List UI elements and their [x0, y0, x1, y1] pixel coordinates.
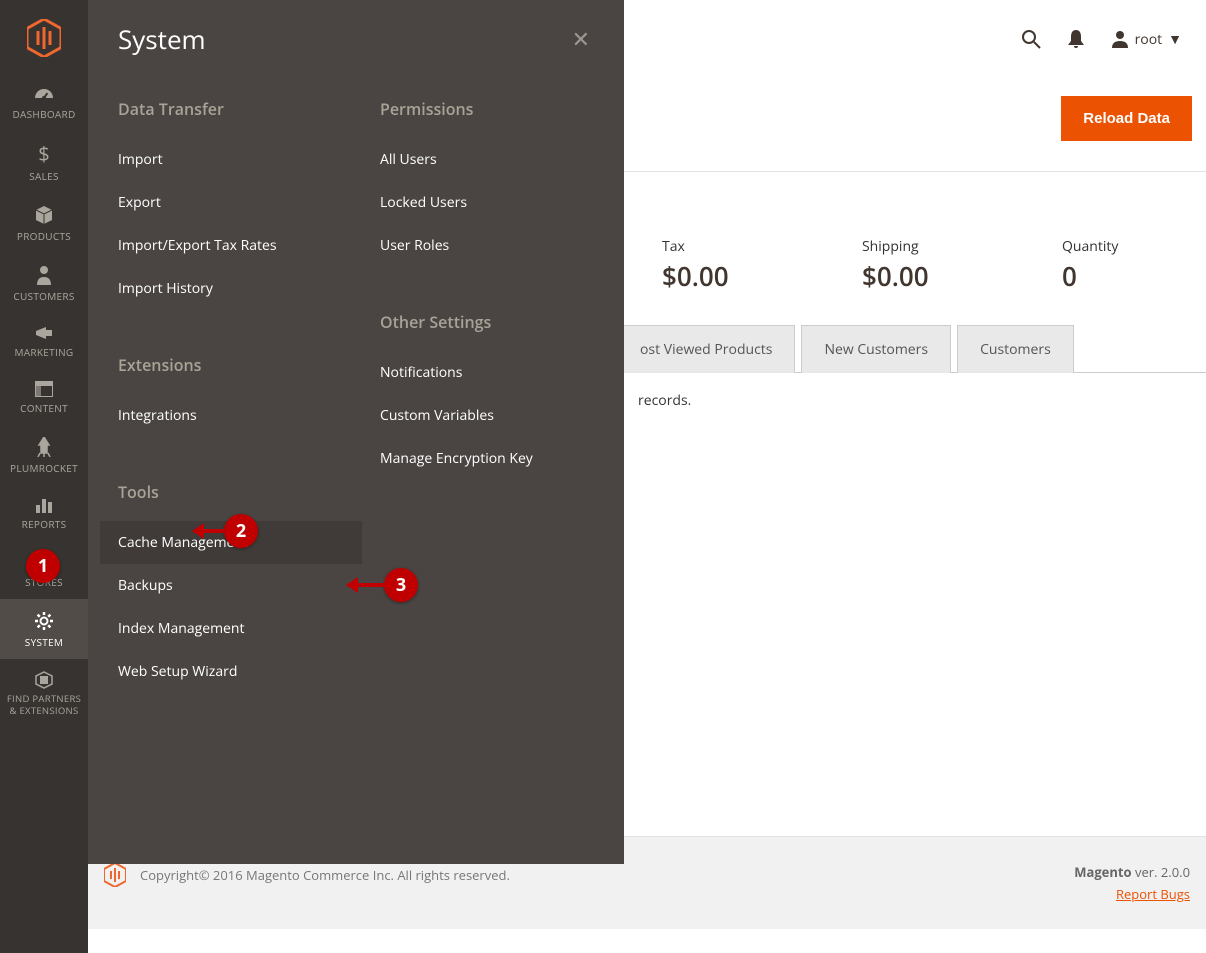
nav-system[interactable]: SYSTEM — [0, 599, 88, 659]
arrow-icon — [194, 529, 224, 533]
reload-data-button[interactable]: Reload Data — [1061, 96, 1192, 141]
nav-reports[interactable]: REPORTS — [0, 485, 88, 541]
section-data-transfer: Data Transfer — [118, 98, 344, 120]
link-backups[interactable]: Backups — [118, 564, 344, 607]
no-records-message: records. — [624, 373, 1206, 428]
bars-icon — [35, 497, 53, 513]
nav-label: PLUMROCKET — [10, 461, 78, 475]
plumrocket-icon — [35, 437, 53, 457]
magento-logo[interactable] — [0, 0, 88, 75]
metric-value: 0 — [1062, 258, 1182, 294]
metric-label: Quantity — [1062, 237, 1182, 256]
package-icon — [34, 205, 54, 225]
bell-icon[interactable] — [1067, 29, 1085, 49]
layout-icon — [35, 381, 53, 397]
gear-icon — [34, 611, 54, 631]
nav-label: CONTENT — [20, 401, 68, 415]
link-import[interactable]: Import — [118, 138, 344, 181]
section-permissions: Permissions — [380, 98, 606, 120]
copyright-text: Copyright© 2016 Magento Commerce Inc. Al… — [140, 866, 510, 884]
dollar-icon: $ — [38, 143, 49, 165]
section-other-settings: Other Settings — [380, 311, 606, 333]
megaphone-icon — [34, 325, 54, 341]
metric-label: Shipping — [862, 237, 982, 256]
nav-sales[interactable]: $ SALES — [0, 131, 88, 193]
link-integrations[interactable]: Integrations — [118, 394, 344, 437]
footer-version: ver. 2.0.0 — [1132, 863, 1190, 881]
link-web-setup-wizard[interactable]: Web Setup Wizard — [118, 650, 344, 693]
report-bugs-link[interactable]: Report Bugs — [1074, 885, 1190, 903]
close-icon[interactable]: ✕ — [568, 20, 594, 58]
annotation-3: 3 — [348, 568, 418, 602]
nav-dashboard[interactable]: DASHBOARD — [0, 75, 88, 131]
link-import-history[interactable]: Import History — [118, 267, 344, 310]
flyout-title: System — [118, 21, 206, 57]
link-export[interactable]: Export — [118, 181, 344, 224]
link-custom-variables[interactable]: Custom Variables — [380, 394, 606, 437]
system-flyout: System ✕ Data Transfer Import Export Imp… — [88, 0, 624, 864]
link-index-management[interactable]: Index Management — [118, 607, 344, 650]
metric-value: $0.00 — [662, 258, 782, 294]
metric-value: $0.00 — [862, 258, 982, 294]
nav-find-partners[interactable]: FIND PARTNERS& EXTENSIONS — [0, 659, 88, 727]
link-import-export-tax-rates[interactable]: Import/Export Tax Rates — [118, 224, 344, 267]
footer-brand: Magento — [1074, 863, 1131, 881]
nav-label: REPORTS — [22, 517, 67, 531]
admin-sidebar: DASHBOARD $ SALES PRODUCTS CUSTOMERS MAR… — [0, 0, 88, 953]
tab-customers[interactable]: Customers — [957, 325, 1074, 373]
partners-icon — [34, 671, 54, 689]
nav-plumrocket[interactable]: PLUMROCKET — [0, 425, 88, 485]
nav-label: PRODUCTS — [17, 229, 71, 243]
user-menu[interactable]: root ▼ — [1111, 30, 1182, 49]
section-extensions: Extensions — [118, 354, 344, 376]
nav-content[interactable]: CONTENT — [0, 369, 88, 425]
nav-products[interactable]: PRODUCTS — [0, 193, 88, 253]
gauge-icon — [33, 87, 55, 103]
annotation-2: 2 — [194, 514, 258, 548]
magento-logo-icon — [27, 19, 61, 57]
nav-marketing[interactable]: MARKETING — [0, 313, 88, 369]
search-icon[interactable] — [1021, 29, 1041, 49]
nav-label: DASHBOARD — [12, 107, 75, 121]
section-tools: Tools — [118, 481, 344, 503]
metric-tax: Tax $0.00 — [662, 237, 782, 294]
tab-most-viewed[interactable]: ost Viewed Products — [618, 325, 795, 373]
link-user-roles[interactable]: User Roles — [380, 224, 606, 267]
metric-shipping: Shipping $0.00 — [862, 237, 982, 294]
chevron-down-icon: ▼ — [1168, 30, 1182, 49]
metric-label: Tax — [662, 237, 782, 256]
nav-label: MARKETING — [15, 345, 74, 359]
nav-label: CUSTOMERS — [13, 289, 74, 303]
link-notifications[interactable]: Notifications — [380, 351, 606, 394]
link-manage-encryption-key[interactable]: Manage Encryption Key — [380, 437, 606, 480]
person-icon — [36, 265, 52, 285]
user-name: root — [1135, 30, 1163, 49]
nav-label: FIND PARTNERS& EXTENSIONS — [7, 693, 81, 717]
annotation-1: 1 — [26, 549, 60, 583]
metric-quantity: Quantity 0 — [1062, 237, 1182, 294]
link-all-users[interactable]: All Users — [380, 138, 606, 181]
arrow-icon — [348, 583, 384, 587]
tab-new-customers[interactable]: New Customers — [801, 325, 951, 373]
magento-footer-icon — [104, 863, 126, 887]
nav-label: SALES — [29, 169, 59, 183]
dashboard-tabs: ost Viewed Products New Customers Custom… — [624, 324, 1206, 373]
user-icon — [1111, 30, 1129, 48]
nav-customers[interactable]: CUSTOMERS — [0, 253, 88, 313]
link-locked-users[interactable]: Locked Users — [380, 181, 606, 224]
nav-label: SYSTEM — [25, 635, 63, 649]
